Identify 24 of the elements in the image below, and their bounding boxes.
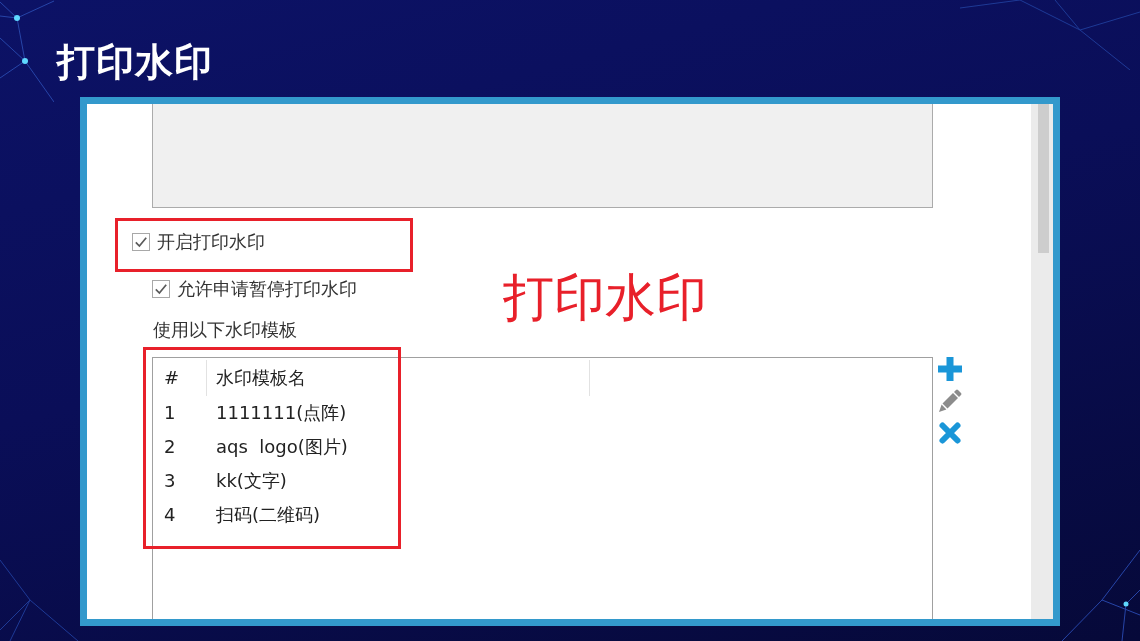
- annotation-text: 打印水印: [503, 270, 707, 326]
- pencil-icon: [938, 389, 962, 413]
- table-cell: 2: [164, 435, 176, 459]
- plus-icon: [938, 357, 962, 381]
- scrollbar-thumb[interactable]: [1038, 104, 1049, 253]
- slide-title: 打印水印: [57, 42, 213, 82]
- table-cell: aqs logo(图片): [216, 435, 348, 459]
- table-cell: kk(文字): [216, 469, 287, 493]
- checkbox-label: 开启打印水印: [157, 230, 265, 254]
- table-cell: 1: [164, 401, 176, 425]
- column-header: 水印模板名: [216, 366, 306, 390]
- delete-button[interactable]: [938, 421, 962, 445]
- checkbox[interactable]: [132, 233, 150, 251]
- table-cell: 1111111(点阵): [216, 401, 347, 425]
- scrollbar[interactable]: [1031, 104, 1053, 619]
- checkbox[interactable]: [152, 280, 170, 298]
- section-label: 使用以下水印模板: [153, 318, 297, 342]
- table-cell: 4: [164, 503, 176, 527]
- column-header: #: [164, 366, 180, 390]
- table-cell: 3: [164, 469, 176, 493]
- cross-icon: [938, 421, 962, 445]
- add-button[interactable]: [938, 357, 962, 381]
- table-cell: 扫码(二维码): [216, 503, 321, 527]
- checkbox-label: 允许申请暂停打印水印: [177, 277, 357, 301]
